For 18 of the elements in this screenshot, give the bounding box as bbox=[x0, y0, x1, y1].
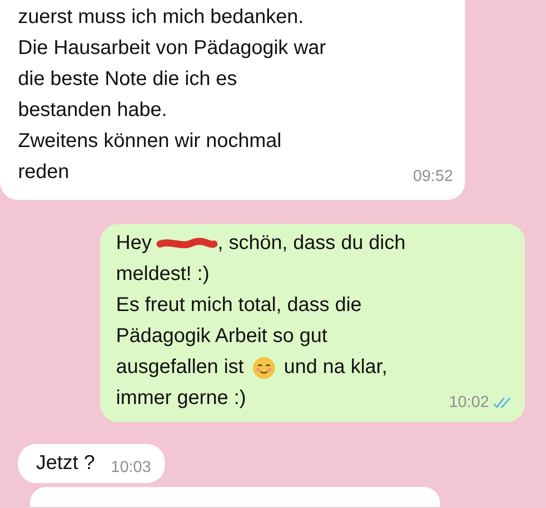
message-text: Es freut mich total, dass die bbox=[116, 293, 362, 318]
message-text: bestanden habe. bbox=[18, 98, 168, 123]
message-time: 09:52 bbox=[412, 167, 453, 187]
message-text: die beste Note die ich es bbox=[18, 67, 238, 92]
message-text: immer gerne :) bbox=[116, 386, 246, 411]
message-text: ausgefallen ist bbox=[116, 355, 244, 380]
message-text: und na klar, bbox=[284, 355, 388, 380]
message-text: , schön, dass du dich bbox=[218, 231, 406, 256]
message-time: 10:03 bbox=[110, 458, 151, 478]
message-text: Die Hausarbeit von Pädagogik war bbox=[18, 36, 326, 61]
message-text: Hey bbox=[116, 231, 152, 256]
message-text: meldest! :) bbox=[116, 262, 210, 287]
message-text: Zweitens können wir nochmal bbox=[18, 129, 282, 154]
message-text: zuerst muss ich mich bedanken. bbox=[18, 5, 304, 30]
message-text: Pädagogik Arbeit so gut bbox=[116, 324, 328, 349]
message-text: reden bbox=[18, 160, 70, 185]
message-text: Jetzt ? bbox=[36, 451, 95, 476]
message-time: 10:02 bbox=[448, 393, 489, 413]
